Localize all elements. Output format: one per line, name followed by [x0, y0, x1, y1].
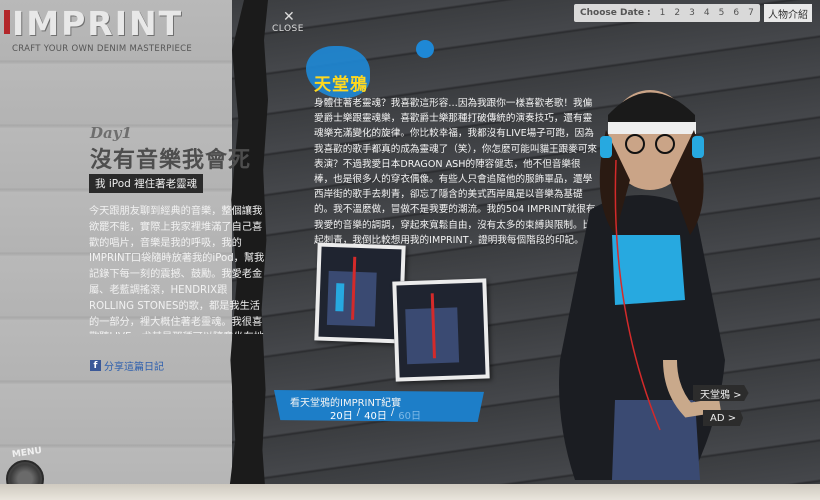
next-star-link[interactable]: 天堂鴉 > — [693, 385, 749, 401]
date-option[interactable]: 3 — [689, 8, 695, 18]
brand-tagline: CRAFT YOUR OWN DENIM MASTERPIECE — [12, 44, 193, 54]
count-40-link[interactable]: 40日 — [364, 407, 387, 422]
date-chooser: Choose Date : 1 2 3 4 5 6 7 — [574, 4, 760, 22]
diary-day-label: Day1 — [90, 124, 132, 142]
share-diary-label: 分享這篇日記 — [104, 362, 164, 373]
date-option[interactable]: 1 — [660, 8, 666, 18]
facebook-icon: f — [90, 360, 101, 371]
people-intro-link[interactable]: 人物介紹 — [764, 4, 812, 22]
date-option[interactable]: 7 — [748, 8, 754, 18]
date-option[interactable]: 4 — [704, 8, 710, 18]
date-option[interactable]: 6 — [733, 8, 739, 18]
photo-ipod — [335, 283, 345, 312]
diary-body: 今天跟朋友聊到經典的音樂，整個讓我欲罷不能，實際上我家裡堆滿了自己喜歡的唱片，音… — [89, 206, 265, 334]
ad-link[interactable]: AD > — [703, 410, 744, 426]
share-diary-button[interactable]: f 分享這篇日記 — [90, 358, 164, 373]
count-20-link[interactable]: 20日 — [330, 407, 353, 422]
date-option[interactable]: 5 — [719, 8, 725, 18]
close-button[interactable]: CLOSE — [272, 24, 304, 34]
denim-pocket-photo[interactable] — [392, 278, 490, 382]
diary-counter-links: 20日 / 40日 / 60日 — [330, 407, 421, 422]
page-bottom-edge — [0, 484, 820, 500]
count-separator: / — [390, 407, 395, 418]
close-icon[interactable]: ✕ — [283, 9, 295, 25]
levis-logo-badge — [4, 10, 10, 34]
paint-splash — [416, 40, 434, 58]
date-option[interactable]: 2 — [674, 8, 680, 18]
star-name: 天堂鴉 — [314, 75, 368, 95]
diary-subtitle: 我 iPod 裡住著老靈魂 — [89, 174, 204, 193]
diary-title: 沒有音樂我會死 — [90, 148, 252, 173]
count-60-link[interactable]: 60日 — [398, 407, 421, 422]
imprint-logo[interactable]: IMPRINT — [12, 4, 183, 43]
date-chooser-label: Choose Date : — [580, 8, 651, 18]
count-separator: / — [356, 407, 361, 418]
